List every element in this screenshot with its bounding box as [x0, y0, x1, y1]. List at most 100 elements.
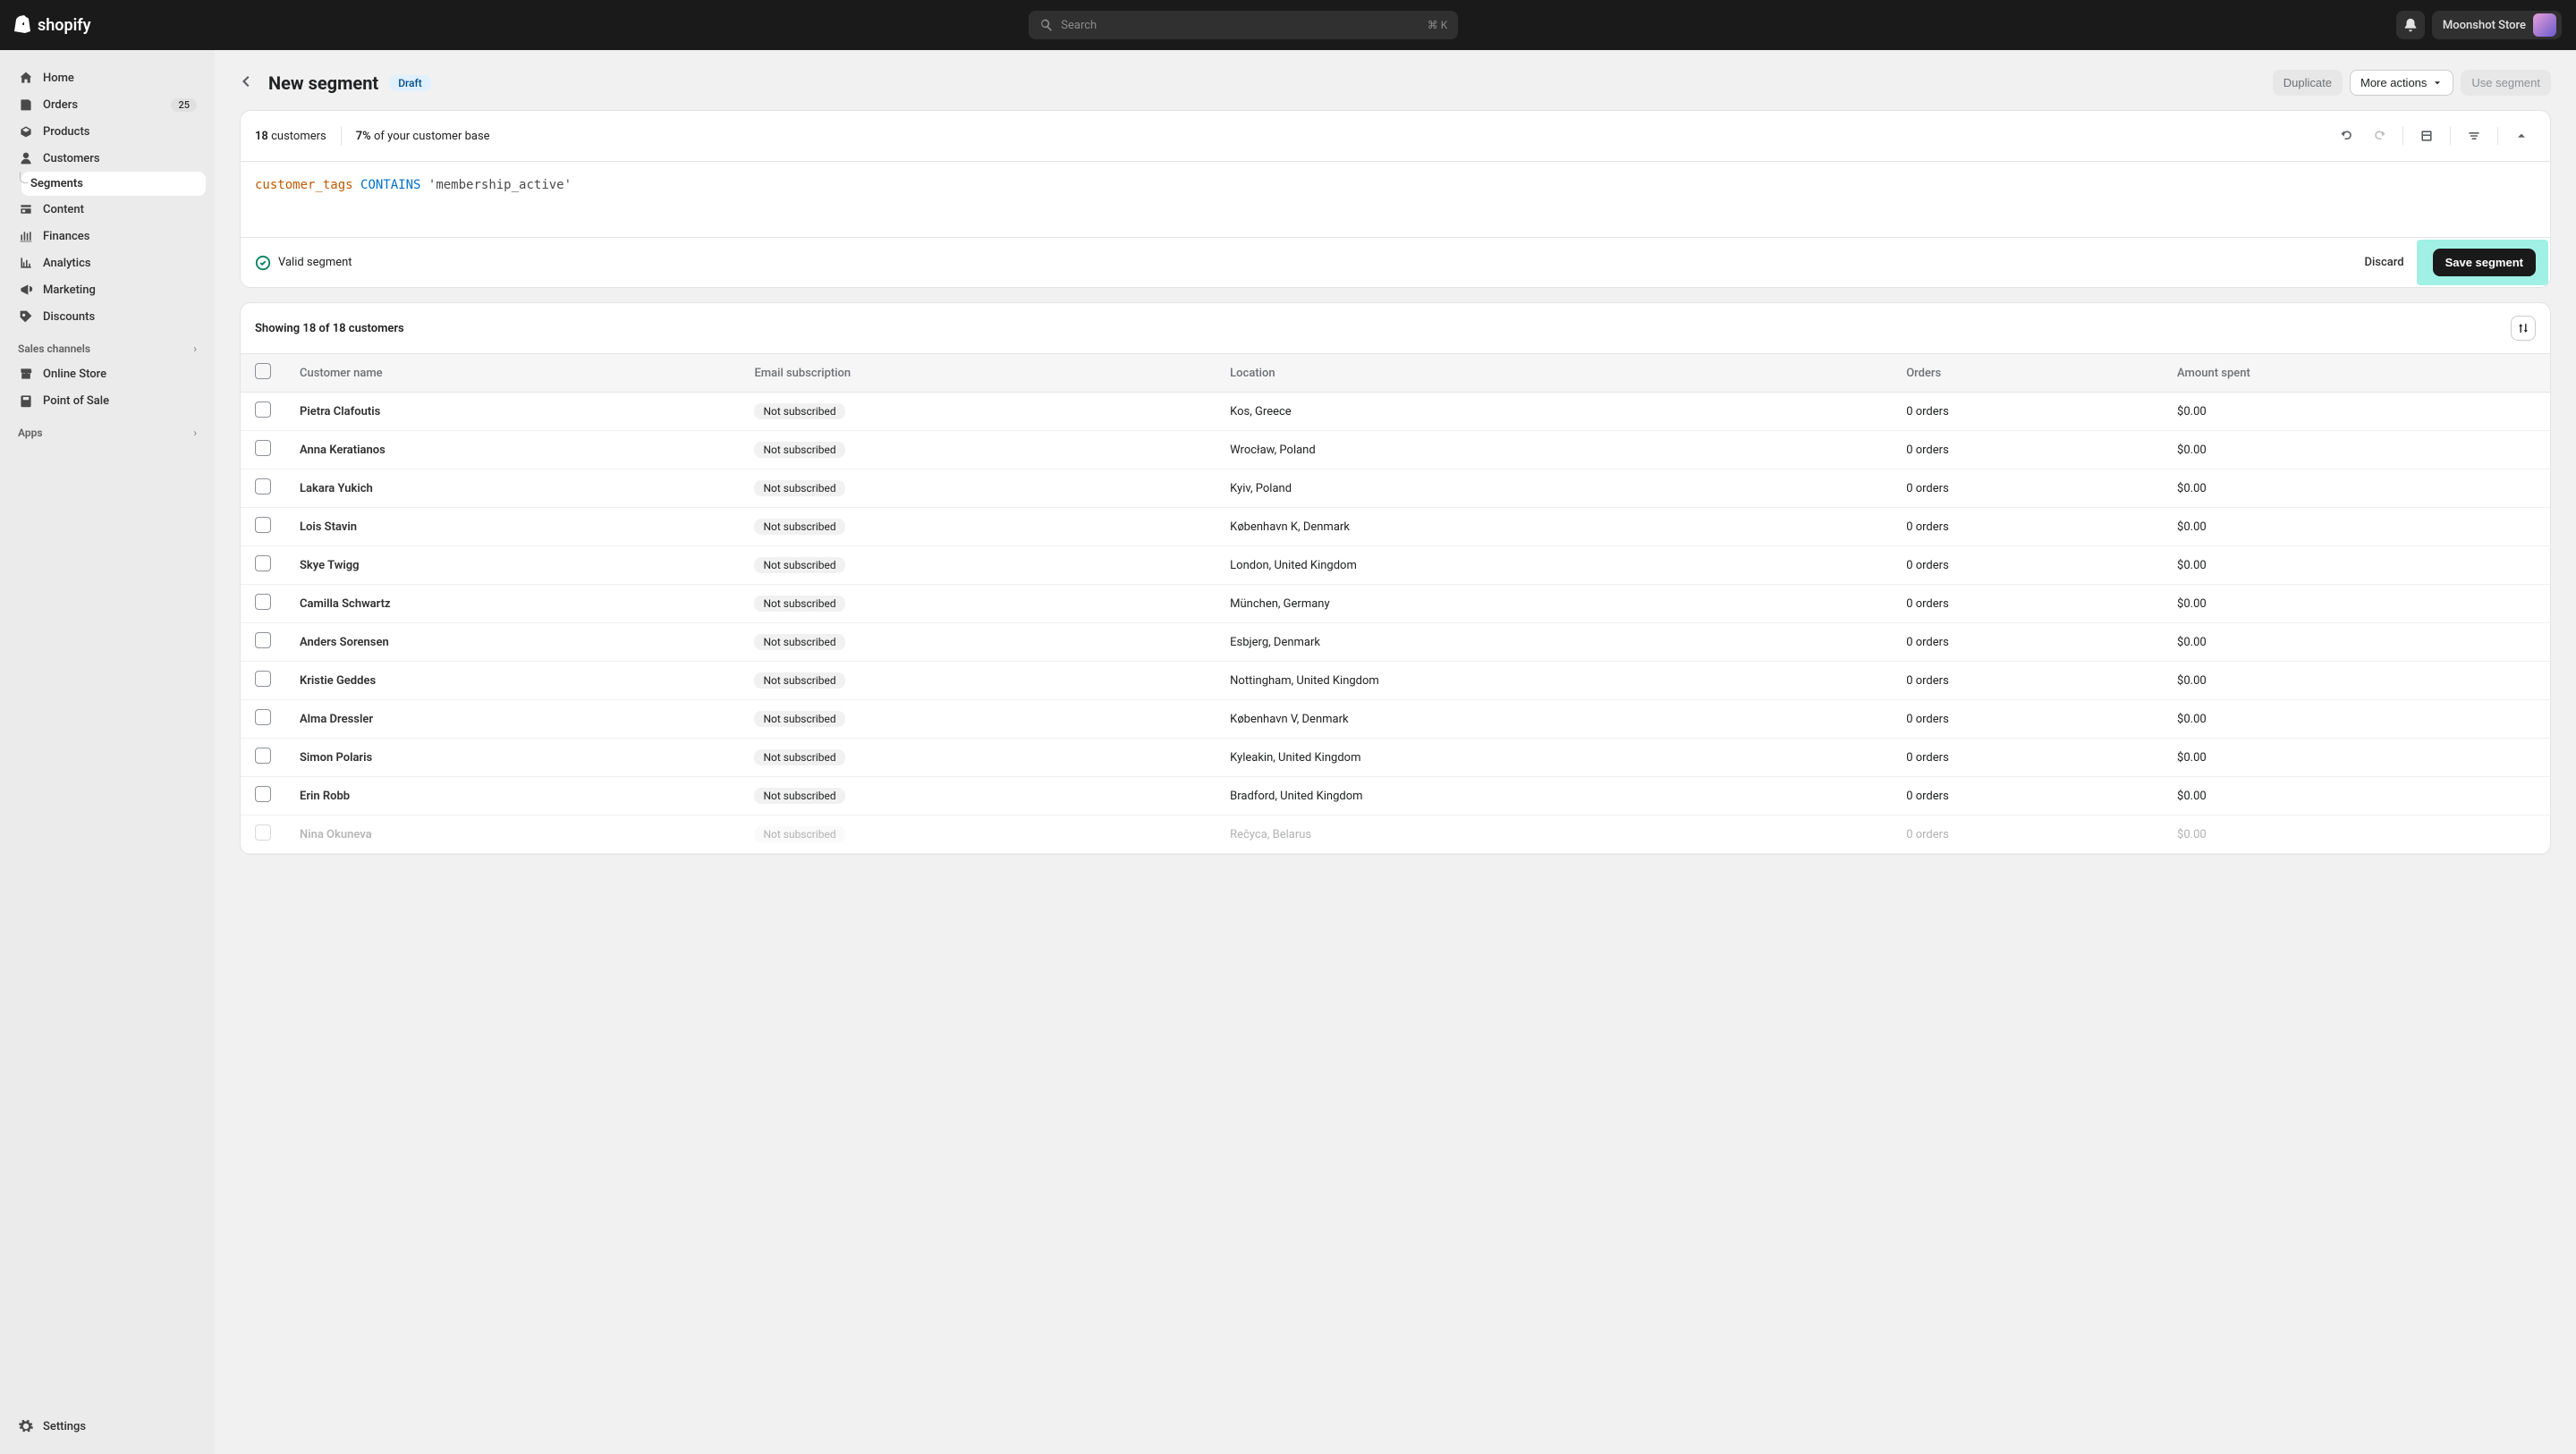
sidebar: HomeOrders25Products Customers Segments Con…	[0, 50, 215, 1454]
sidebar-item-customers[interactable]: Customers	[9, 145, 206, 172]
cell-location: Esbjerg, Denmark	[1216, 623, 1892, 662]
more-actions-button[interactable]: More actions	[2350, 70, 2453, 96]
sidebar-item-settings[interactable]: Settings	[9, 1413, 206, 1440]
cell-amount: $0.00	[2163, 546, 2550, 585]
nav-section-sales-channels[interactable]: Sales channels›	[9, 330, 206, 360]
store-selector[interactable]: Moonshot Store	[2432, 11, 2562, 39]
save-segment-button[interactable]: Save segment	[2433, 249, 2536, 276]
main-content: New segment Draft Duplicate More actions…	[215, 50, 2576, 1454]
back-button[interactable]	[240, 72, 258, 94]
row-checkbox[interactable]	[255, 402, 271, 418]
nav-badge: 25	[171, 98, 197, 112]
cell-orders: 0 orders	[1892, 623, 2163, 662]
row-checkbox[interactable]	[255, 478, 271, 495]
col-orders[interactable]: Orders	[1892, 354, 2163, 393]
table-row[interactable]: Skye TwiggNot subscribedLondon, United K…	[241, 546, 2550, 585]
filter-button[interactable]	[2460, 123, 2488, 148]
table-row[interactable]: Anders SorensenNot subscribedEsbjerg, De…	[241, 623, 2550, 662]
sidebar-item-discounts[interactable]: Discounts	[9, 303, 206, 330]
sidebar-item-label: Content	[43, 203, 84, 216]
cell-email: Not subscribed	[740, 662, 1216, 700]
cell-name: Pietra Clafoutis	[285, 393, 740, 431]
col-location[interactable]: Location	[1216, 354, 1892, 393]
sidebar-item-label: Customers	[43, 152, 100, 165]
cell-amount: $0.00	[2163, 623, 2550, 662]
search-icon	[1039, 18, 1054, 32]
cell-amount: $0.00	[2163, 662, 2550, 700]
sidebar-item-segments[interactable]: Segments	[21, 172, 206, 196]
notifications-button[interactable]	[2396, 11, 2425, 39]
cell-email: Not subscribed	[740, 623, 1216, 662]
duplicate-button[interactable]: Duplicate	[2273, 70, 2343, 96]
row-checkbox[interactable]	[255, 786, 271, 802]
cell-email: Not subscribed	[740, 700, 1216, 739]
table-row[interactable]: Kristie GeddesNot subscribedNottingham, …	[241, 662, 2550, 700]
row-checkbox[interactable]	[255, 671, 271, 687]
row-checkbox[interactable]	[255, 824, 271, 841]
table-row[interactable]: Anna KeratianosNot subscribedWrocław, Po…	[241, 431, 2550, 469]
col-name[interactable]: Customer name	[285, 354, 740, 393]
row-checkbox[interactable]	[255, 632, 271, 648]
use-segment-button[interactable]: Use segment	[2461, 70, 2551, 96]
collapse-button[interactable]	[2507, 123, 2536, 148]
percent-info: 7% of your customer base	[356, 130, 490, 143]
sidebar-item-content[interactable]: Content	[9, 196, 206, 223]
nav-section-apps[interactable]: Apps›	[9, 414, 206, 444]
cell-orders: 0 orders	[1892, 546, 2163, 585]
cell-email: Not subscribed	[740, 393, 1216, 431]
sidebar-item-point-of-sale[interactable]: Point of Sale	[9, 387, 206, 414]
sidebar-item-online-store[interactable]: Online Store	[9, 360, 206, 387]
orders-icon	[18, 97, 34, 113]
cell-email: Not subscribed	[740, 508, 1216, 546]
cell-name: Lois Stavin	[285, 508, 740, 546]
sidebar-item-products[interactable]: Products	[9, 118, 206, 145]
status-badge: Draft	[389, 75, 431, 91]
cell-name: Alma Dressler	[285, 700, 740, 739]
discard-button[interactable]: Discard	[2364, 256, 2403, 269]
cell-email: Not subscribed	[740, 469, 1216, 508]
cell-location: London, United Kingdom	[1216, 546, 1892, 585]
redo-button[interactable]	[2365, 123, 2394, 148]
cell-orders: 0 orders	[1892, 816, 2163, 854]
cell-name: Erin Robb	[285, 777, 740, 816]
row-checkbox[interactable]	[255, 440, 271, 456]
templates-button[interactable]	[2412, 123, 2441, 148]
table-row[interactable]: Camilla SchwartzNot subscribedMünchen, G…	[241, 585, 2550, 623]
table-row[interactable]: Simon PolarisNot subscribedKyleakin, Uni…	[241, 739, 2550, 777]
table-row[interactable]: Pietra ClafoutisNot subscribedKos, Greec…	[241, 393, 2550, 431]
sidebar-item-marketing[interactable]: Marketing	[9, 276, 206, 303]
cell-name: Anna Keratianos	[285, 431, 740, 469]
showing-count: Showing 18 of 18 customers	[255, 322, 404, 335]
cell-location: København V, Denmark	[1216, 700, 1892, 739]
chevron-up-icon	[2514, 129, 2529, 143]
undo-button[interactable]	[2333, 123, 2361, 148]
table-row[interactable]: Lois StavinNot subscribedKøbenhavn K, De…	[241, 508, 2550, 546]
arrow-left-icon	[240, 72, 258, 90]
row-checkbox[interactable]	[255, 709, 271, 725]
more-actions-label: More actions	[2360, 76, 2427, 89]
row-checkbox[interactable]	[255, 594, 271, 610]
pos-icon	[18, 393, 34, 409]
analytics-icon	[18, 255, 34, 271]
row-checkbox[interactable]	[255, 517, 271, 533]
table-row[interactable]: Erin RobbNot subscribedBradford, United …	[241, 777, 2550, 816]
search-input[interactable]: Search ⌘ K	[1029, 11, 1458, 39]
row-checkbox[interactable]	[255, 555, 271, 571]
cell-orders: 0 orders	[1892, 508, 2163, 546]
table-row[interactable]: Alma DresslerNot subscribedKøbenhavn V, …	[241, 700, 2550, 739]
table-row[interactable]: Nina OkunevaNot subscribedRečyca, Belaru…	[241, 816, 2550, 854]
shopify-logo[interactable]: shopify	[14, 15, 91, 35]
table-row[interactable]: Lakara YukichNot subscribedKyiv, Poland0…	[241, 469, 2550, 508]
col-amount[interactable]: Amount spent	[2163, 354, 2550, 393]
select-all-checkbox[interactable]	[255, 363, 271, 379]
sidebar-item-analytics[interactable]: Analytics	[9, 249, 206, 276]
sidebar-item-finances[interactable]: Finances	[9, 223, 206, 249]
sidebar-item-orders[interactable]: Orders25	[9, 91, 206, 118]
sidebar-item-home[interactable]: Home	[9, 64, 206, 91]
row-checkbox[interactable]	[255, 748, 271, 764]
col-email[interactable]: Email subscription	[740, 354, 1216, 393]
cell-orders: 0 orders	[1892, 431, 2163, 469]
segment-query-editor[interactable]: customer_tags CONTAINS 'membership_activ…	[241, 162, 2550, 237]
sort-button[interactable]	[2511, 316, 2536, 341]
cell-location: Kos, Greece	[1216, 393, 1892, 431]
